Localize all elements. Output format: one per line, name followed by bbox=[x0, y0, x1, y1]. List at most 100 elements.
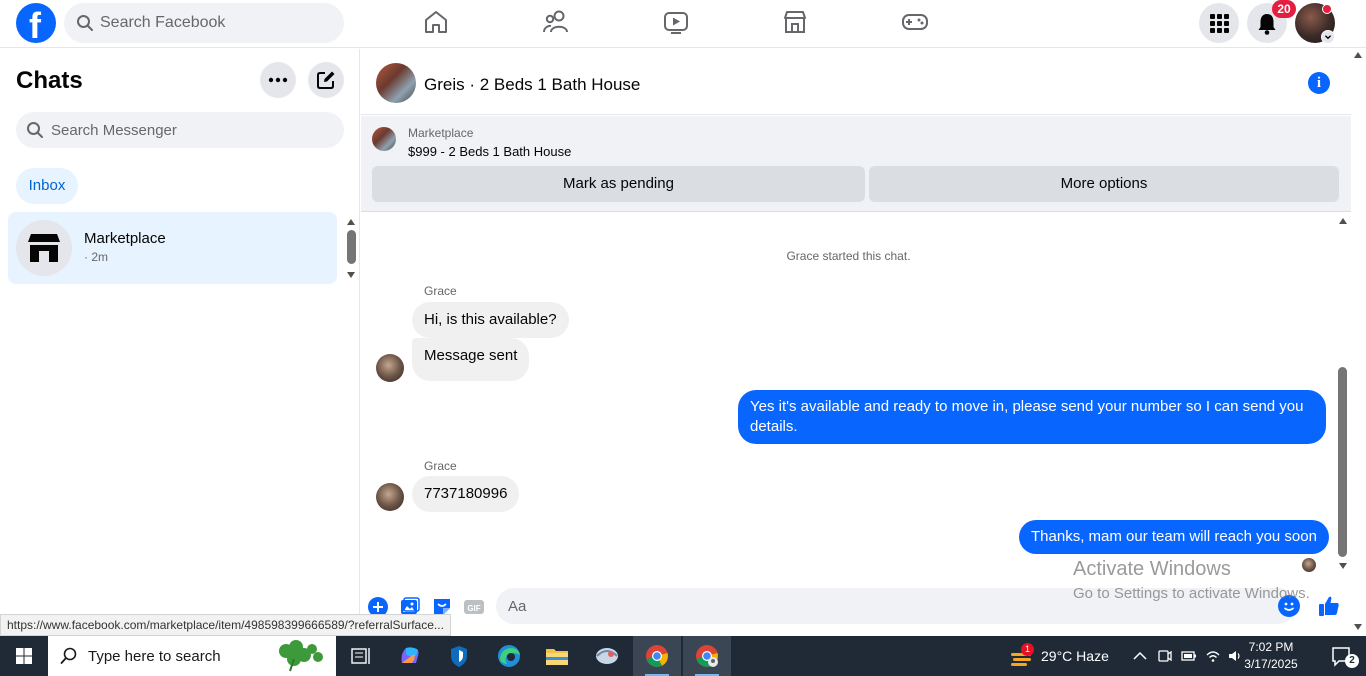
chrome-app[interactable] bbox=[633, 636, 681, 676]
taskbar-search-box[interactable] bbox=[48, 636, 336, 676]
chats-title: Chats bbox=[16, 67, 83, 94]
outgoing-message[interactable]: Thanks, mam our team will reach you soon bbox=[1019, 520, 1329, 554]
folder-icon bbox=[546, 649, 568, 665]
shield-icon bbox=[451, 646, 467, 667]
notification-count-badge: 2 bbox=[1345, 654, 1359, 668]
friends-icon[interactable] bbox=[542, 8, 570, 36]
photos-app[interactable] bbox=[583, 636, 631, 676]
listing-thumbnail[interactable] bbox=[372, 127, 396, 151]
system-clock[interactable]: 7:02 PM 3/17/2025 bbox=[1226, 639, 1316, 673]
clock-time: 7:02 PM bbox=[1248, 640, 1294, 654]
chat-started-note: Grace started this chat. bbox=[786, 249, 911, 263]
profile-status-dot bbox=[1322, 4, 1332, 14]
messenger-search-input[interactable] bbox=[51, 112, 331, 148]
chat-list-item[interactable]: Marketplace · 2m bbox=[8, 212, 337, 284]
task-view-icon bbox=[351, 648, 370, 664]
marketplace-chat-avatar bbox=[16, 220, 72, 276]
scroll-down-arrow[interactable] bbox=[347, 272, 355, 278]
home-icon[interactable] bbox=[422, 8, 450, 36]
task-view-button[interactable] bbox=[336, 636, 384, 676]
info-icon[interactable]: i bbox=[1308, 72, 1330, 94]
outgoing-message[interactable]: Yes it's available and ready to move in,… bbox=[738, 390, 1326, 444]
copilot-app[interactable] bbox=[386, 636, 434, 676]
edge-browser-app[interactable] bbox=[485, 636, 533, 676]
shamrock-icon bbox=[279, 640, 323, 672]
activate-windows-watermark: Activate Windows Go to Settings to activ… bbox=[1073, 558, 1310, 602]
notification-count-badge: 20 bbox=[1272, 0, 1296, 18]
clock-date: 3/17/2025 bbox=[1244, 657, 1298, 671]
watermark-subtitle: Go to Settings to activate Windows. bbox=[1073, 585, 1310, 602]
chrome-profile-icon bbox=[696, 645, 718, 667]
like-icon[interactable] bbox=[1317, 594, 1341, 618]
chat-options-button[interactable] bbox=[260, 62, 296, 98]
facebook-search-box[interactable] bbox=[64, 3, 344, 43]
more-options-button[interactable]: More options bbox=[869, 166, 1339, 202]
defender-app[interactable] bbox=[435, 636, 483, 676]
notification-icon bbox=[1332, 647, 1350, 667]
mark-as-pending-button[interactable]: Mark as pending bbox=[372, 166, 865, 202]
marketplace-store-icon bbox=[28, 234, 60, 262]
new-message-button[interactable] bbox=[308, 62, 344, 98]
svg-text:GIF: GIF bbox=[467, 604, 480, 613]
chat-name: Marketplace bbox=[84, 230, 166, 247]
scroll-up-arrow[interactable] bbox=[1354, 52, 1362, 58]
meet-now-icon[interactable] bbox=[1157, 648, 1173, 664]
scroll-down-arrow[interactable] bbox=[1339, 563, 1347, 569]
chat-timestamp: · 2m bbox=[84, 250, 108, 264]
gaming-icon[interactable] bbox=[901, 8, 929, 36]
facebook-search-input[interactable] bbox=[100, 3, 330, 43]
conversation-title[interactable]: Greis · 2 Beds 1 Bath House bbox=[424, 75, 640, 95]
facebook-top-bar: f 20 bbox=[0, 0, 1366, 48]
sender-name: Grace bbox=[424, 459, 457, 473]
incoming-message[interactable]: 7737180996 bbox=[412, 476, 520, 512]
chevron-down-icon[interactable] bbox=[1321, 30, 1335, 44]
facebook-logo[interactable]: f bbox=[16, 3, 56, 46]
notification-center-button[interactable]: 2 bbox=[1318, 636, 1366, 676]
conversation-avatar[interactable] bbox=[376, 63, 416, 103]
taskbar-search-input[interactable] bbox=[88, 636, 268, 676]
more-icon bbox=[268, 77, 288, 83]
scroll-up-arrow[interactable] bbox=[1339, 218, 1347, 224]
sender-name: Grace bbox=[424, 284, 457, 298]
copilot-icon bbox=[401, 647, 419, 663]
scroll-up-arrow[interactable] bbox=[347, 219, 355, 225]
windows-taskbar: 1 29°C Haze 7:02 PM 3/17/2025 2 bbox=[0, 636, 1366, 676]
photos-app-icon bbox=[596, 648, 618, 664]
windows-icon bbox=[16, 648, 32, 664]
weather-alert-badge: 1 bbox=[1021, 643, 1034, 656]
chrome-icon bbox=[646, 645, 668, 667]
video-icon[interactable] bbox=[662, 8, 690, 36]
chevron-up-icon[interactable] bbox=[1132, 649, 1148, 663]
sidebar-scrollbar[interactable] bbox=[347, 230, 356, 264]
search-icon bbox=[60, 647, 77, 664]
compose-icon bbox=[317, 71, 335, 89]
chrome-profile-app[interactable] bbox=[683, 636, 731, 676]
marketplace-listing-banner: Marketplace $999 - 2 Beds 1 Bath House M… bbox=[361, 116, 1351, 212]
listing-title[interactable]: $999 - 2 Beds 1 Bath House bbox=[408, 144, 571, 159]
search-icon bbox=[77, 15, 93, 31]
battery-icon[interactable] bbox=[1181, 649, 1197, 663]
sender-avatar[interactable] bbox=[376, 483, 404, 511]
message-thread: Grace started this chat. Grace Hi, is th… bbox=[361, 213, 1351, 586]
incoming-message[interactable]: Message sent bbox=[412, 338, 530, 381]
incoming-message[interactable]: Hi, is this available? bbox=[412, 302, 569, 338]
messenger-search-box[interactable] bbox=[16, 112, 344, 148]
messages-scrollbar[interactable] bbox=[1338, 367, 1347, 557]
wifi-icon[interactable] bbox=[1205, 648, 1221, 664]
grid-menu-icon bbox=[1210, 14, 1229, 33]
banner-label: Marketplace bbox=[408, 126, 474, 140]
gif-icon[interactable]: GIF bbox=[463, 596, 485, 618]
sender-avatar[interactable] bbox=[376, 354, 404, 382]
conversation-header: Greis · 2 Beds 1 Bath House i bbox=[361, 49, 1351, 115]
tab-inbox[interactable]: Inbox bbox=[16, 168, 78, 204]
marketplace-icon[interactable] bbox=[781, 8, 809, 36]
chats-sidebar: Chats Inbox Marketplace · 2m bbox=[0, 49, 360, 636]
start-button[interactable] bbox=[0, 636, 48, 676]
scroll-down-arrow[interactable] bbox=[1354, 624, 1362, 630]
menu-button[interactable] bbox=[1199, 3, 1239, 43]
weather-text[interactable]: 29°C Haze bbox=[1041, 648, 1109, 664]
edge-icon bbox=[498, 645, 520, 667]
file-explorer-app[interactable] bbox=[533, 636, 581, 676]
link-status-url: https://www.facebook.com/marketplace/ite… bbox=[0, 614, 451, 636]
watermark-title: Activate Windows bbox=[1073, 558, 1231, 580]
